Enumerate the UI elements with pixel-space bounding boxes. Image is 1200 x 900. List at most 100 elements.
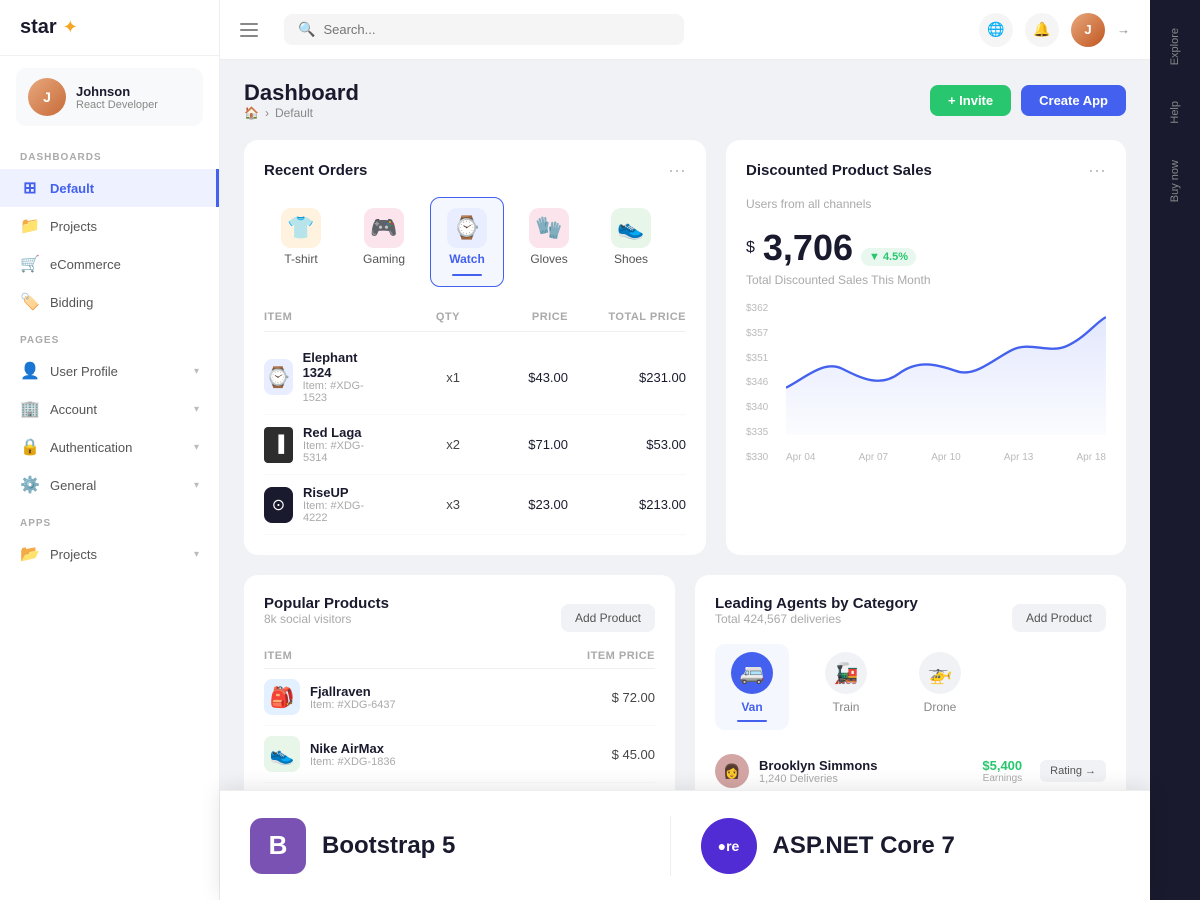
popular-title-group: Popular Products 8k social visitors (264, 595, 389, 640)
col-total: TOTAL PRICE (576, 311, 686, 323)
user-name: Johnson (76, 84, 158, 99)
col-qty: QTY (380, 311, 460, 323)
y-label: $357 (746, 328, 768, 339)
item-cell: ⊙ RiseUP Item: #XDG-4222 (264, 485, 372, 524)
x-label: Apr 04 (786, 452, 815, 463)
cart-icon: 🛒 (20, 254, 40, 274)
product-row: 🎒 Fjallraven Item: #XDG-6437 $ 72.00 (264, 669, 655, 726)
breadcrumb-current: Default (275, 106, 313, 120)
sidebar-item-default[interactable]: ⊞ Default (0, 169, 219, 207)
sidebar-item-general[interactable]: ⚙️ General ▾ (0, 466, 219, 504)
sidebar-item-authentication[interactable]: 🔒 Authentication ▾ (0, 428, 219, 466)
sidebar-item-label: User Profile (50, 364, 184, 379)
toggle-bar (240, 23, 258, 25)
tab-train[interactable]: 🚂 Train (809, 644, 883, 730)
card-menu-icon[interactable]: ··· (668, 160, 686, 181)
sidebar-item-user-profile[interactable]: 👤 User Profile ▾ (0, 352, 219, 390)
gear-icon: ⚙️ (20, 475, 40, 495)
tab-watch[interactable]: ⌚ Watch (430, 197, 504, 287)
toggle-bar (240, 35, 258, 37)
tab-gloves[interactable]: 🧤 Gloves (512, 197, 586, 287)
agents-header: Leading Agents by Category Total 424,567… (715, 595, 1106, 640)
bootstrap-promo[interactable]: B Bootstrap 5 (250, 818, 670, 874)
tab-label: Van (741, 700, 762, 714)
popular-subtitle: 8k social visitors (264, 612, 389, 626)
drone-icon: 🚁 (919, 652, 961, 694)
chevron-down-icon: ▾ (194, 442, 199, 453)
add-product-button[interactable]: Add Product (561, 604, 655, 632)
item-details: Red Laga Item: #XDG-5314 (303, 425, 372, 464)
tab-label: Drone (924, 700, 957, 714)
product-name: Nike AirMax (310, 741, 396, 756)
item-details: Elephant 1324 Item: #XDG-1523 (303, 350, 372, 404)
globe-icon-button[interactable]: 🌐 (979, 13, 1013, 47)
sidebar-item-label: General (50, 478, 184, 493)
promo-overlay: B Bootstrap 5 ●re ASP.NET Core 7 (220, 790, 1150, 900)
topbar-actions: 🌐 🔔 J → (979, 13, 1130, 47)
page-header: Dashboard 🏠 › Default + Invite Create Ap… (244, 80, 1126, 120)
dollar-sign: $ (746, 239, 755, 257)
product-id: Item: #XDG-6437 (310, 699, 396, 711)
agent-avatar: 👩 (715, 754, 749, 788)
tab-label: Watch (449, 252, 485, 266)
tab-tshirt[interactable]: 👕 T-shirt (264, 197, 338, 287)
buy-now-button[interactable]: Buy now (1165, 152, 1185, 210)
agent-details: Brooklyn Simmons 1,240 Deliveries (759, 758, 877, 785)
sidebar-toggle-button[interactable] (240, 16, 268, 44)
breadcrumb: 🏠 › Default (244, 106, 359, 120)
sidebar-item-bidding[interactable]: 🏷️ Bidding (0, 283, 219, 321)
folder-open-icon: 📂 (20, 544, 40, 564)
sidebar-item-account[interactable]: 🏢 Account ▾ (0, 390, 219, 428)
product-price: $ 45.00 (535, 747, 655, 762)
agent-category-tabs: 🚐 Van 🚂 Train 🚁 Drone (715, 644, 1106, 730)
train-icon: 🚂 (825, 652, 867, 694)
rating-button[interactable]: Rating → (1040, 760, 1106, 782)
add-agent-button[interactable]: Add Product (1012, 604, 1106, 632)
toggle-bar (240, 29, 258, 31)
sidebar: star ✦ J Johnson React Developer DASHBOA… (0, 0, 220, 900)
grid-icon: ⊞ (20, 178, 40, 198)
search-input[interactable] (323, 22, 670, 37)
dashboards-label: DASHBOARDS (0, 138, 219, 169)
main-content: 🔍 🌐 🔔 J → Dashboard 🏠 › Default + Invite (220, 0, 1150, 900)
sidebar-item-projects[interactable]: 📁 Projects (0, 207, 219, 245)
sidebar-item-apps-projects[interactable]: 📂 Projects ▾ (0, 535, 219, 573)
topbar-arrow-icon[interactable]: → (1117, 22, 1130, 37)
card-menu-icon[interactable]: ··· (1088, 160, 1106, 181)
table-row: ⌚ Elephant 1324 Item: #XDG-1523 x1 $43.0… (264, 340, 686, 415)
sidebar-item-label: Default (50, 181, 196, 196)
tab-van[interactable]: 🚐 Van (715, 644, 789, 730)
aspnet-promo[interactable]: ●re ASP.NET Core 7 (671, 818, 1121, 874)
page-title: Dashboard (244, 80, 359, 106)
building-icon: 🏢 (20, 399, 40, 419)
notification-icon-button[interactable]: 🔔 (1025, 13, 1059, 47)
create-app-button[interactable]: Create App (1021, 85, 1126, 116)
item-name: RiseUP (303, 485, 372, 500)
search-box[interactable]: 🔍 (284, 14, 684, 45)
agent-stat: 1,240 Deliveries (759, 773, 877, 785)
invite-button[interactable]: + Invite (930, 85, 1011, 116)
x-label: Apr 13 (1004, 452, 1033, 463)
sidebar-user[interactable]: J Johnson React Developer (16, 68, 203, 126)
aspnet-title: ASP.NET Core 7 (773, 832, 955, 860)
explore-button[interactable]: Explore (1165, 20, 1185, 73)
price-cell: $43.00 (468, 370, 568, 385)
qty-cell: x1 (380, 370, 460, 385)
help-button[interactable]: Help (1165, 93, 1185, 132)
discount-sales-card: Discounted Product Sales ··· Users from … (726, 140, 1126, 555)
tab-gaming[interactable]: 🎮 Gaming (346, 197, 422, 287)
item-image: ▐ (264, 427, 293, 463)
topbar-avatar[interactable]: J (1071, 13, 1105, 47)
total-cell: $231.00 (576, 370, 686, 385)
home-icon: 🏠 (244, 106, 259, 120)
product-price: $ 72.00 (535, 690, 655, 705)
product-row: 👟 Nike AirMax Item: #XDG-1836 $ 45.00 (264, 726, 655, 783)
user-icon: 👤 (20, 361, 40, 381)
agents-title-group: Leading Agents by Category Total 424,567… (715, 595, 918, 640)
tab-shoes[interactable]: 👟 Shoes (594, 197, 668, 287)
tab-underline (737, 720, 767, 722)
agent-earnings-group: $5,400 Earnings (982, 758, 1022, 784)
tab-drone[interactable]: 🚁 Drone (903, 644, 977, 730)
user-info: Johnson React Developer (76, 84, 158, 111)
sidebar-item-ecommerce[interactable]: 🛒 eCommerce (0, 245, 219, 283)
